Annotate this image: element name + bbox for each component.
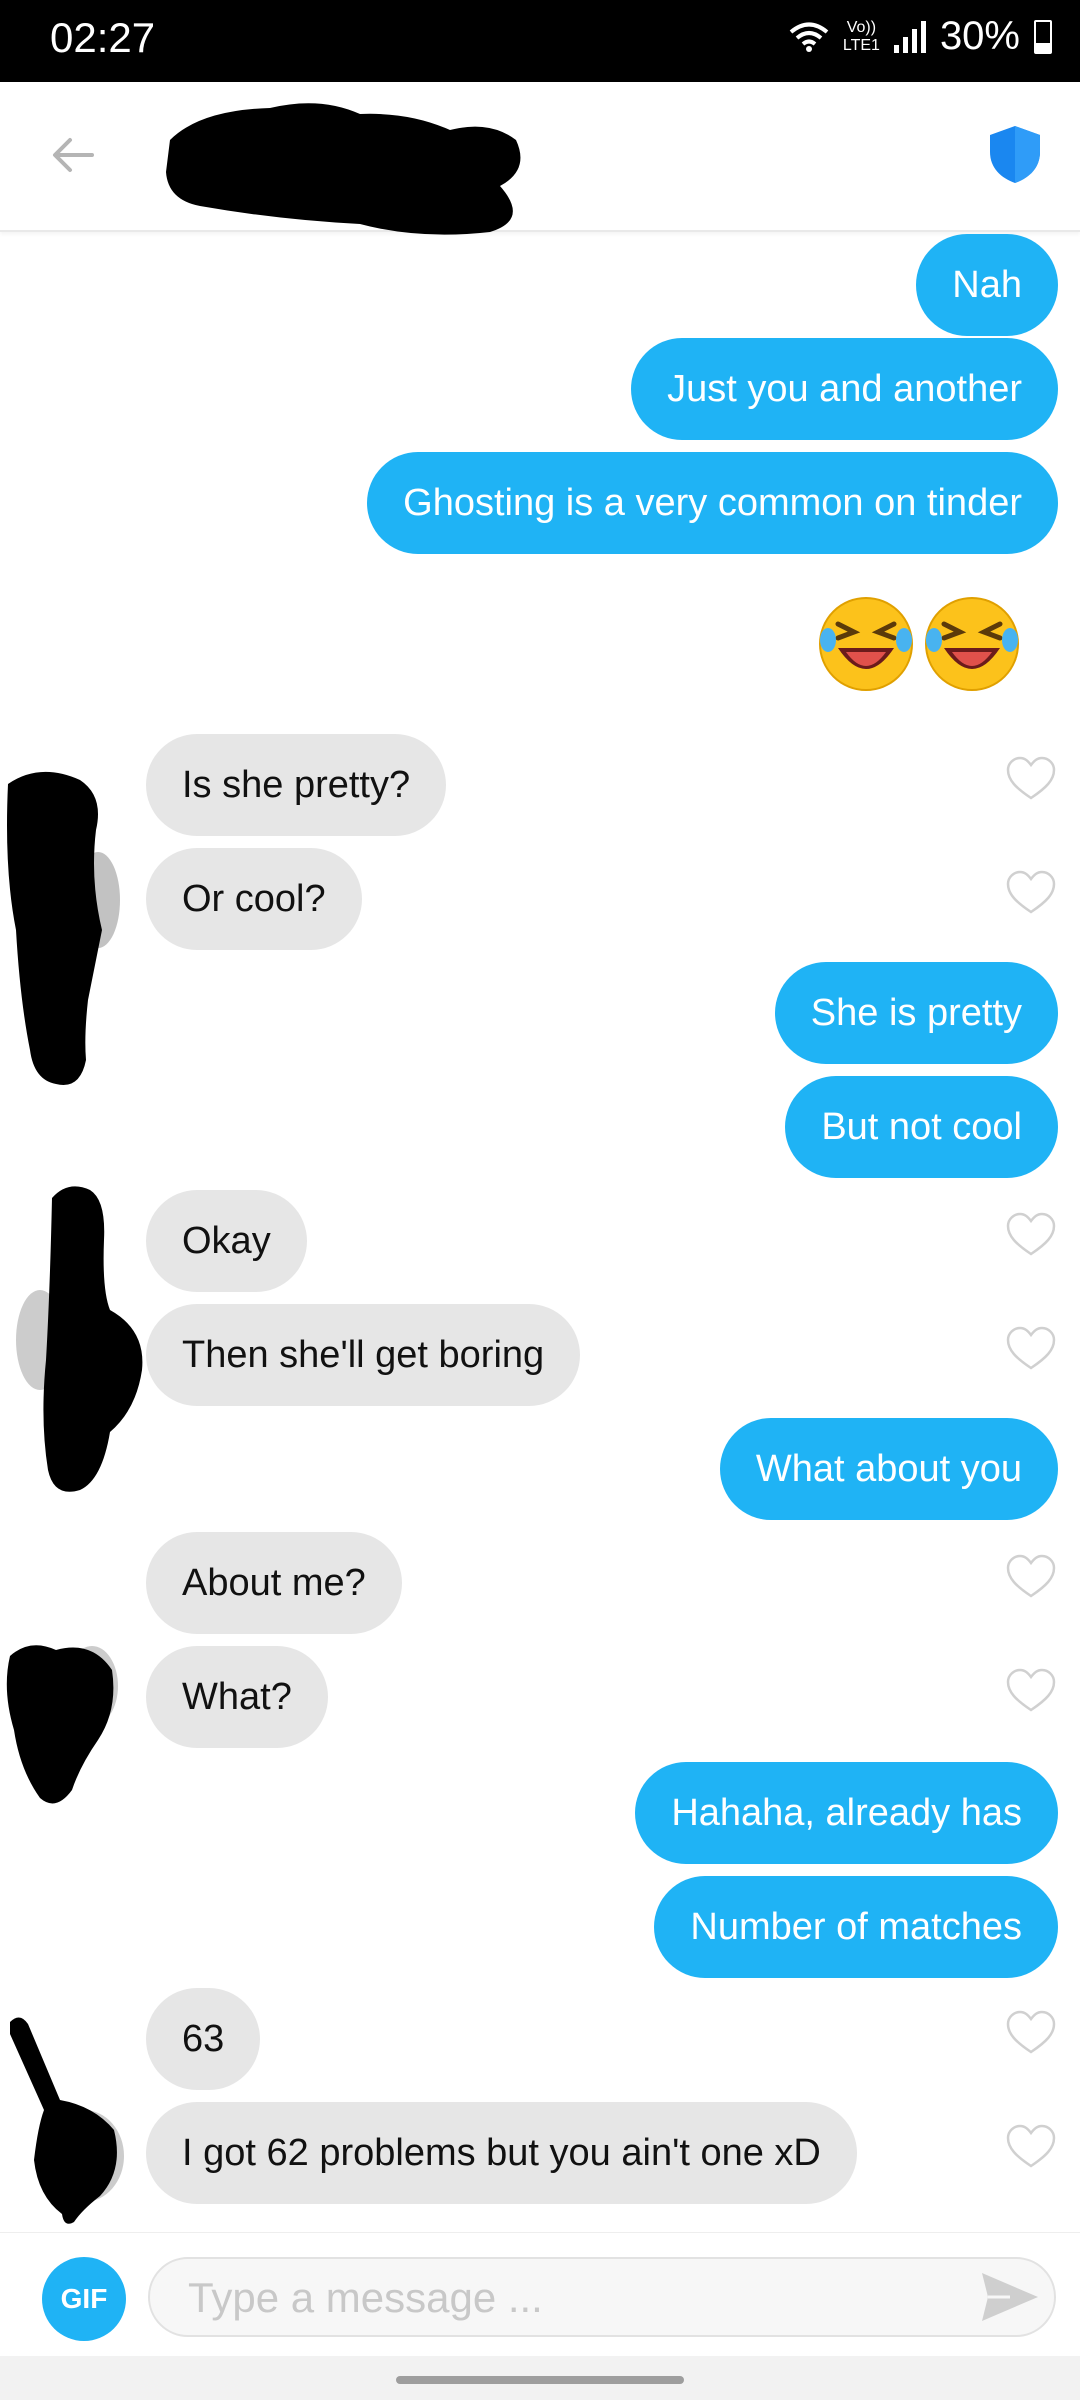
message-bubble-outgoing[interactable]: What about you [719, 1418, 1058, 1520]
system-nav-bar [0, 2356, 1080, 2400]
redacted-avatar [10, 2017, 124, 2224]
message-bubble-incoming[interactable]: 63 [146, 1988, 261, 2090]
heart-icon[interactable] [1006, 1212, 1056, 1258]
redacted-avatar [6, 1645, 118, 1804]
status-bar: 02:27 Vo)) LTE1 30% [0, 0, 1080, 82]
heart-icon[interactable] [1006, 1668, 1056, 1714]
message-bubble-incoming[interactable]: Okay [146, 1190, 307, 1292]
battery-icon [1034, 19, 1052, 54]
arrow-left-icon[interactable] [48, 130, 98, 180]
gif-button[interactable]: GIF [42, 2257, 126, 2341]
message-input[interactable] [186, 2259, 950, 2337]
network-type: Vo)) LTE1 [842, 18, 880, 54]
message-bubble-incoming[interactable]: What? [146, 1646, 328, 1748]
status-icons: Vo)) LTE1 30% [789, 14, 1052, 59]
message-bubble-incoming[interactable]: Or cool? [146, 848, 362, 950]
status-time: 02:27 [50, 14, 156, 61]
battery-percent: 30% [939, 14, 1020, 58]
message-bubble-outgoing[interactable]: Just you and another [631, 338, 1058, 440]
laughing-emoji-icon[interactable] [816, 594, 916, 694]
redacted-match-name [166, 103, 521, 235]
heart-icon[interactable] [1006, 2010, 1056, 2056]
message-bubble-outgoing[interactable]: Number of matches [654, 1876, 1058, 1978]
wifi-icon [789, 22, 829, 52]
redacted-avatar [16, 1186, 143, 1492]
laughing-emoji-icon[interactable] [922, 594, 1022, 694]
message-bubble-outgoing[interactable]: Hahaha, already has [635, 1762, 1058, 1864]
message-bubble-incoming[interactable]: Is she pretty? [146, 734, 447, 836]
home-gesture-handle[interactable] [396, 2376, 684, 2384]
heart-icon[interactable] [1006, 756, 1056, 802]
message-bubble-incoming[interactable]: Then she'll get boring [146, 1304, 581, 1406]
signal-icon [893, 20, 926, 53]
message-bubble-outgoing[interactable]: Nah [916, 234, 1058, 336]
message-bubble-incoming[interactable]: About me? [146, 1532, 402, 1634]
heart-icon[interactable] [1006, 2124, 1056, 2170]
heart-icon[interactable] [1006, 870, 1056, 916]
redacted-avatar [7, 771, 120, 1085]
shield-icon[interactable] [988, 124, 1042, 184]
send-icon[interactable] [980, 2271, 1040, 2323]
message-composer: GIF [0, 2232, 1080, 2357]
heart-icon[interactable] [1006, 1326, 1056, 1372]
heart-icon[interactable] [1006, 1554, 1056, 1600]
message-bubble-outgoing[interactable]: She is pretty [774, 962, 1058, 1064]
message-input-container [148, 2257, 1056, 2337]
message-bubble-incoming[interactable]: I got 62 problems but you ain't one xD [146, 2102, 857, 2204]
message-bubble-outgoing[interactable]: Ghosting is a very common on tinder [367, 452, 1058, 554]
chat-header [0, 82, 1080, 235]
message-bubble-outgoing[interactable]: But not cool [785, 1076, 1058, 1178]
